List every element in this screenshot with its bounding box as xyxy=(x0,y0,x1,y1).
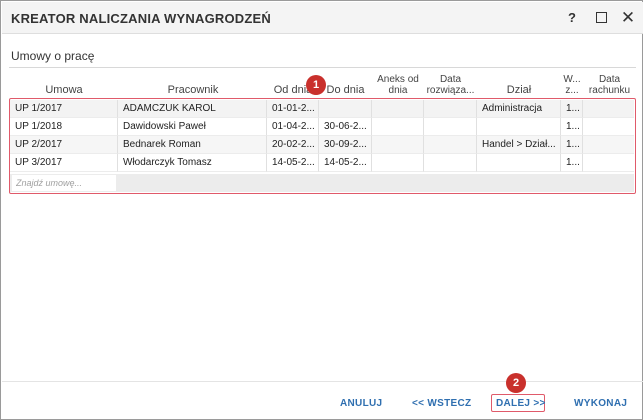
table-row[interactable]: UP 3/2017 Włodarczyk Tomasz 14-05-2... 1… xyxy=(10,154,634,172)
cell-wz: 1... xyxy=(561,136,583,154)
cell-data-rozwiazania xyxy=(424,100,477,118)
column-header-data-rachunku[interactable]: Data rachunku xyxy=(583,71,636,99)
back-button[interactable]: << WSTECZ xyxy=(412,398,471,409)
cell-do-dnia: 14-05-2... xyxy=(319,154,372,172)
cancel-button[interactable]: ANULUJ xyxy=(340,398,382,409)
cell-pracownik: Dawidowski Paweł xyxy=(118,118,267,136)
cell-umowa: UP 1/2018 xyxy=(10,118,118,136)
cell-data-rozwiazania xyxy=(424,118,477,136)
close-button[interactable]: ✕ xyxy=(617,7,639,29)
column-header-aneks-od-dnia[interactable]: Aneks od dnia xyxy=(372,71,424,99)
cell-od-dnia: 01-01-2... xyxy=(267,100,319,118)
search-row xyxy=(10,174,634,192)
table-row[interactable]: UP 2/2017 Bednarek Roman 20-02-2... 30-0… xyxy=(10,136,634,154)
cell-pracownik: ADAMCZUK KAROL xyxy=(118,100,267,118)
cell-dzial: Administracja xyxy=(477,100,561,118)
cell-do-dnia xyxy=(319,100,372,118)
cell-umowa: UP 3/2017 xyxy=(10,154,118,172)
cell-dzial xyxy=(477,154,561,172)
cell-pracownik: Włodarczyk Tomasz xyxy=(118,154,267,172)
execute-button[interactable]: WYKONAJ xyxy=(574,398,627,409)
window-title: KREATOR NALICZANIA WYNAGRODZEŃ xyxy=(11,11,271,26)
payroll-wizard-dialog: KREATOR NALICZANIA WYNAGRODZEŃ ? ✕ Umowy… xyxy=(0,0,643,420)
cell-aneks xyxy=(372,100,424,118)
cell-do-dnia: 30-09-2... xyxy=(319,136,372,154)
cell-dzial: Handel > Dział... xyxy=(477,136,561,154)
column-header-do-dnia[interactable]: Do dnia xyxy=(319,71,372,99)
column-header-pracownik[interactable]: Pracownik xyxy=(119,71,267,99)
help-button[interactable]: ? xyxy=(561,7,583,29)
table-row[interactable]: UP 1/2017 ADAMCZUK KAROL 01-01-2... Admi… xyxy=(10,100,634,118)
cell-od-dnia: 01-04-2... xyxy=(267,118,319,136)
cell-wz: 1... xyxy=(561,154,583,172)
search-contract-input[interactable] xyxy=(12,175,116,191)
column-header-dzial[interactable]: Dział xyxy=(477,71,561,99)
column-header-wz[interactable]: W... z... xyxy=(561,71,583,99)
cell-dzial xyxy=(477,118,561,136)
cell-data-rachunku xyxy=(583,118,634,136)
cell-aneks xyxy=(372,136,424,154)
column-header-umowa[interactable]: Umowa xyxy=(9,71,119,99)
title-bar: KREATOR NALICZANIA WYNAGRODZEŃ ? ✕ xyxy=(2,2,643,34)
cell-umowa: UP 2/2017 xyxy=(10,136,118,154)
cell-wz: 1... xyxy=(561,118,583,136)
column-header-data-rozwiazania[interactable]: Data rozwiąza... xyxy=(424,71,477,99)
maximize-icon xyxy=(595,12,607,23)
next-button[interactable]: DALEJ >> xyxy=(496,398,546,409)
cell-data-rachunku xyxy=(583,136,634,154)
cell-do-dnia: 30-06-2... xyxy=(319,118,372,136)
maximize-button[interactable] xyxy=(590,7,612,29)
footer-divider xyxy=(2,381,643,382)
step-marker-2: 2 xyxy=(506,373,526,393)
cell-data-rachunku xyxy=(583,154,634,172)
cell-umowa: UP 1/2017 xyxy=(10,100,118,118)
cell-data-rozwiazania xyxy=(424,136,477,154)
cell-od-dnia: 14-05-2... xyxy=(267,154,319,172)
section-title: Umowy o pracę xyxy=(11,49,95,63)
cell-pracownik: Bednarek Roman xyxy=(118,136,267,154)
cell-aneks xyxy=(372,118,424,136)
cell-data-rachunku xyxy=(583,100,634,118)
step-marker-1: 1 xyxy=(306,75,326,95)
cell-wz: 1... xyxy=(561,100,583,118)
cell-od-dnia: 20-02-2... xyxy=(267,136,319,154)
cell-aneks xyxy=(372,154,424,172)
table-row[interactable]: UP 1/2018 Dawidowski Paweł 01-04-2... 30… xyxy=(10,118,634,136)
cell-data-rozwiazania xyxy=(424,154,477,172)
section-divider xyxy=(9,67,636,68)
